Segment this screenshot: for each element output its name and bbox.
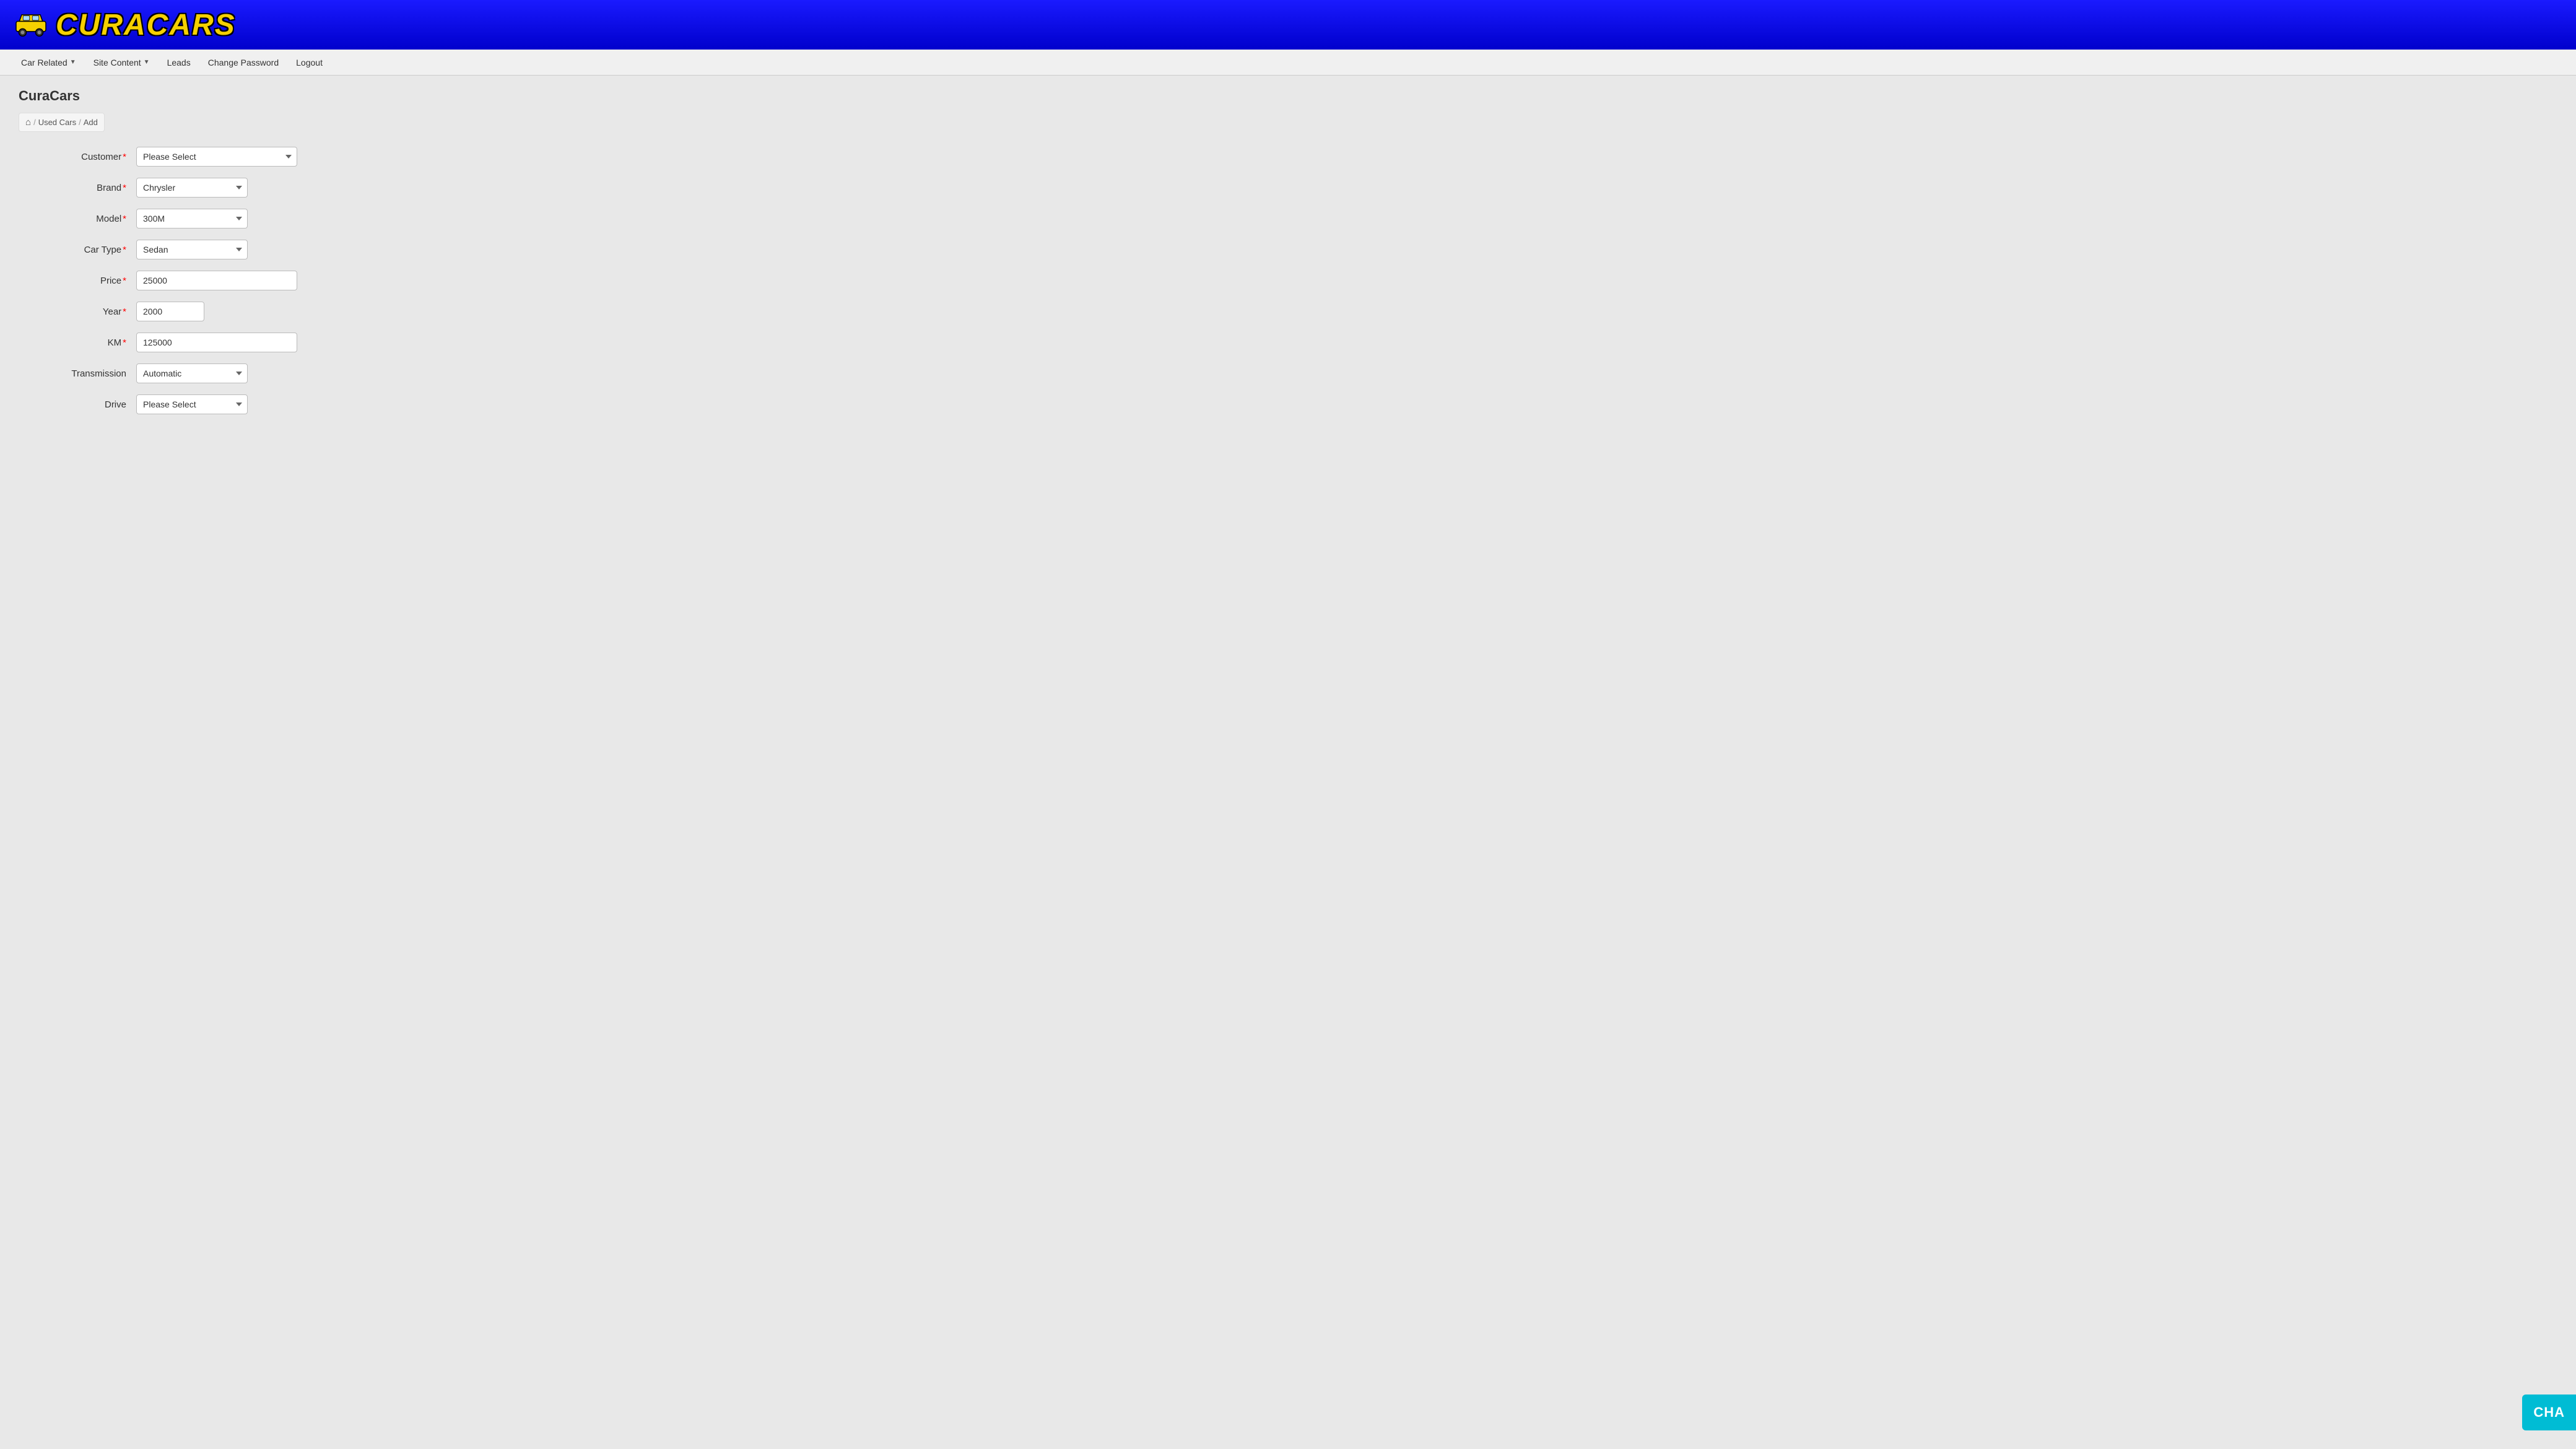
year-required: * bbox=[123, 307, 126, 317]
nav-leads[interactable]: Leads bbox=[159, 50, 199, 75]
km-input[interactable] bbox=[136, 333, 297, 352]
customer-row: Customer* Please Select bbox=[25, 147, 2557, 167]
price-row: Price* bbox=[25, 271, 2557, 290]
model-required: * bbox=[123, 214, 126, 224]
chat-button[interactable]: CHA bbox=[2522, 1395, 2576, 1430]
customer-required: * bbox=[123, 152, 126, 162]
header: CURACARS bbox=[0, 0, 2576, 50]
price-required: * bbox=[123, 276, 126, 286]
transmission-select[interactable]: Automatic Manual bbox=[136, 363, 248, 383]
transmission-label: Transmission bbox=[25, 368, 136, 379]
year-input[interactable] bbox=[136, 302, 204, 321]
breadcrumb: ⌂ / Used Cars / Add bbox=[19, 113, 105, 132]
cartype-select[interactable]: Sedan SUV Truck Coupe bbox=[136, 240, 248, 259]
car-related-arrow-icon: ▼ bbox=[70, 59, 76, 66]
breadcrumb-used-cars[interactable]: Used Cars bbox=[38, 118, 76, 127]
breadcrumb-sep-1: / bbox=[33, 118, 36, 127]
brand-row: Brand* Chrysler Ford Toyota Honda bbox=[25, 178, 2557, 198]
breadcrumb-add: Add bbox=[84, 118, 98, 127]
breadcrumb-home-icon[interactable]: ⌂ bbox=[25, 117, 31, 128]
nav-logout[interactable]: Logout bbox=[287, 50, 331, 75]
page-title: CuraCars bbox=[19, 88, 2557, 104]
year-label: Year* bbox=[25, 307, 136, 317]
brand-select[interactable]: Chrysler Ford Toyota Honda bbox=[136, 178, 248, 198]
customer-label: Customer* bbox=[25, 152, 136, 162]
form-container: Customer* Please Select Brand* Chrysler … bbox=[19, 147, 2557, 414]
model-select[interactable]: 300M 200 Pacifica bbox=[136, 209, 248, 228]
km-label: KM* bbox=[25, 337, 136, 348]
page-content: CuraCars ⌂ / Used Cars / Add Customer* P… bbox=[0, 76, 2576, 1449]
drive-label: Drive bbox=[25, 399, 136, 410]
km-row: KM* bbox=[25, 333, 2557, 352]
nav-change-password[interactable]: Change Password bbox=[199, 50, 287, 75]
cartype-row: Car Type* Sedan SUV Truck Coupe bbox=[25, 240, 2557, 259]
brand-required: * bbox=[123, 183, 126, 193]
transmission-row: Transmission Automatic Manual bbox=[25, 363, 2557, 383]
customer-select[interactable]: Please Select bbox=[136, 147, 297, 167]
price-input[interactable] bbox=[136, 271, 297, 290]
nav-car-related[interactable]: Car Related ▼ bbox=[12, 50, 85, 75]
nav-site-content[interactable]: Site Content ▼ bbox=[85, 50, 159, 75]
breadcrumb-sep-2: / bbox=[79, 118, 81, 127]
logo-car-icon bbox=[12, 9, 50, 40]
logo-text: CURACARS bbox=[56, 8, 236, 42]
model-label: Model* bbox=[25, 214, 136, 224]
brand-label: Brand* bbox=[25, 183, 136, 193]
price-label: Price* bbox=[25, 276, 136, 286]
drive-row: Drive Please Select FWD RWD AWD 4WD bbox=[25, 394, 2557, 414]
km-required: * bbox=[123, 337, 126, 348]
model-row: Model* 300M 200 Pacifica bbox=[25, 209, 2557, 228]
drive-select[interactable]: Please Select FWD RWD AWD 4WD bbox=[136, 394, 248, 414]
site-content-arrow-icon: ▼ bbox=[144, 59, 150, 66]
year-row: Year* bbox=[25, 302, 2557, 321]
cartype-required: * bbox=[123, 245, 126, 255]
cartype-label: Car Type* bbox=[25, 245, 136, 255]
navbar: Car Related ▼ Site Content ▼ Leads Chang… bbox=[0, 50, 2576, 76]
